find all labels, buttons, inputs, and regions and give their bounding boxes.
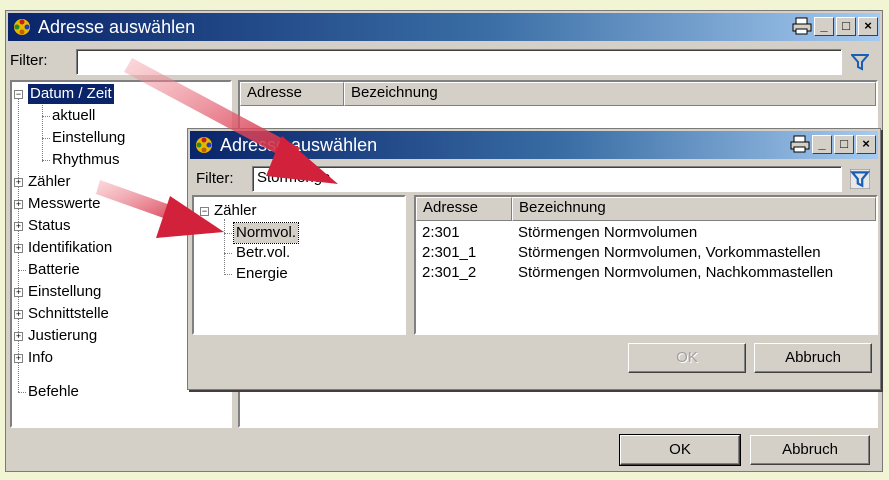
- printer-icon: [790, 135, 810, 153]
- front-cell-adresse[interactable]: 2:301_2: [422, 263, 476, 283]
- back-tree-toggle[interactable]: +: [14, 288, 23, 297]
- close-icon: ×: [864, 18, 872, 33]
- back-tree-item[interactable]: Schnittstelle: [28, 304, 109, 324]
- tree-line: [224, 219, 225, 275]
- tree-line: [42, 102, 43, 162]
- back-tree-item[interactable]: Messwerte: [28, 194, 101, 214]
- back-tree-toggle[interactable]: +: [14, 200, 23, 209]
- back-tree-item[interactable]: Batterie: [28, 260, 80, 280]
- tree-line: [18, 270, 26, 271]
- front-cell-bezeichnung[interactable]: Störmengen Normvolumen: [518, 223, 697, 243]
- front-filter-label: Filter:: [196, 170, 234, 187]
- tree-line: [224, 253, 232, 254]
- front-tree-item[interactable]: Normvol.: [232, 222, 300, 244]
- minimize-icon: _: [818, 136, 826, 151]
- tree-line: [42, 116, 50, 117]
- back-tree-item[interactable]: Befehle: [28, 382, 79, 402]
- back-cancel-button[interactable]: Abbruch: [750, 435, 870, 465]
- back-print-button[interactable]: [792, 17, 812, 36]
- front-cell-adresse[interactable]: 2:301: [422, 223, 460, 243]
- back-col-header-bezeichnung[interactable]: Bezeichnung: [344, 82, 876, 106]
- back-filter-input[interactable]: [76, 49, 842, 75]
- maximize-icon: □: [842, 18, 850, 33]
- printer-icon: [792, 17, 812, 35]
- back-tree-item[interactable]: Justierung: [28, 326, 97, 346]
- front-cancel-button[interactable]: Abbruch: [754, 343, 872, 373]
- front-tree-panel[interactable]: − Zähler Normvol. Betr.vol. Energie: [192, 195, 406, 335]
- front-col-header-bezeichnung[interactable]: Bezeichnung: [512, 197, 876, 221]
- front-tree-toggle[interactable]: −: [200, 207, 209, 216]
- back-close-button[interactable]: ×: [858, 17, 878, 36]
- back-tree-toggle[interactable]: −: [14, 90, 23, 99]
- back-tree-item[interactable]: Info: [28, 348, 53, 368]
- front-cell-bezeichnung[interactable]: Störmengen Normvolumen, Nachkommastellen: [518, 263, 833, 283]
- front-filter-funnel-icon[interactable]: [850, 169, 870, 189]
- back-tree-item[interactable]: Status: [28, 216, 71, 236]
- back-tree-toggle[interactable]: +: [14, 222, 23, 231]
- tree-line: [42, 138, 50, 139]
- close-icon: ×: [862, 136, 870, 151]
- front-print-button[interactable]: [790, 135, 810, 154]
- front-tree-item[interactable]: Energie: [236, 264, 288, 284]
- back-tree-item[interactable]: Identifikation: [28, 238, 112, 258]
- front-tree-item[interactable]: Betr.vol.: [236, 243, 290, 263]
- front-window-title: Adresse auswählen: [220, 135, 378, 155]
- front-list-panel[interactable]: Adresse Bezeichnung 2:301 Störmengen Nor…: [414, 195, 878, 335]
- front-col-header-adresse[interactable]: Adresse: [416, 197, 512, 221]
- back-filter-label: Filter:: [10, 52, 48, 69]
- tree-line: [42, 160, 50, 161]
- minimize-icon: _: [820, 18, 828, 33]
- front-cell-bezeichnung[interactable]: Störmengen Normvolumen, Vorkommastellen: [518, 243, 821, 263]
- back-minimize-button[interactable]: _: [814, 17, 834, 36]
- front-titlebar[interactable]: Adresse auswählen _ □ ×: [190, 131, 878, 159]
- back-tree-item[interactable]: Einstellung: [52, 128, 125, 148]
- back-tree-item[interactable]: aktuell: [52, 106, 95, 126]
- app-logo-icon: [196, 137, 212, 153]
- back-tree-item[interactable]: Einstellung: [28, 282, 101, 302]
- front-filter-input[interactable]: Störmenge: [252, 166, 842, 192]
- tree-line: [224, 274, 232, 275]
- front-maximize-button[interactable]: □: [834, 135, 854, 154]
- back-tree-item[interactable]: Datum / Zeit: [28, 84, 114, 104]
- front-ok-button[interactable]: OK: [628, 343, 746, 373]
- front-close-button[interactable]: ×: [856, 135, 876, 154]
- back-tree-toggle[interactable]: +: [14, 310, 23, 319]
- front-tree-item[interactable]: Zähler: [214, 201, 257, 221]
- back-col-header-adresse[interactable]: Adresse: [240, 82, 344, 106]
- front-splitter[interactable]: [406, 195, 414, 335]
- back-tree-toggle[interactable]: +: [14, 332, 23, 341]
- app-logo-icon: [14, 19, 30, 35]
- front-dialog: Adresse auswählen _ □ × Filter: Störmeng…: [187, 128, 881, 390]
- back-tree-toggle[interactable]: +: [14, 354, 23, 363]
- front-minimize-button[interactable]: _: [812, 135, 832, 154]
- tree-line: [224, 233, 232, 234]
- back-window-title: Adresse auswählen: [38, 17, 196, 37]
- back-tree-toggle[interactable]: +: [14, 244, 23, 253]
- back-titlebar[interactable]: Adresse auswählen _ □ ×: [8, 13, 880, 41]
- back-tree-item[interactable]: Rhythmus: [52, 150, 120, 170]
- tree-line: [18, 392, 26, 393]
- back-ok-button[interactable]: OK: [619, 434, 741, 466]
- back-tree-toggle[interactable]: +: [14, 178, 23, 187]
- back-tree-item[interactable]: Zähler: [28, 172, 71, 192]
- front-cell-adresse[interactable]: 2:301_1: [422, 243, 476, 263]
- back-maximize-button[interactable]: □: [836, 17, 856, 36]
- maximize-icon: □: [840, 136, 848, 151]
- back-filter-funnel-icon[interactable]: [851, 53, 869, 71]
